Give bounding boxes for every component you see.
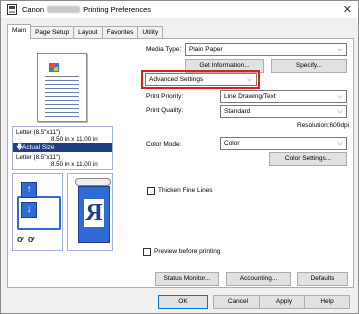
arrow-down-icon: ↓ bbox=[21, 202, 37, 218]
ink-status-icon: ơ ơ bbox=[17, 234, 36, 244]
color-settings-button[interactable]: Color Settings... bbox=[269, 152, 347, 166]
print-priority-value: Line Drawing/Text bbox=[224, 93, 276, 100]
thicken-fine-lines-label: Thicken Fine Lines bbox=[158, 187, 213, 194]
output-size-label: Letter (8.5"x11") bbox=[16, 154, 61, 161]
highlight-box bbox=[141, 70, 260, 89]
thicken-fine-lines-checkbox[interactable] bbox=[147, 187, 155, 195]
media-type-label: Media Type: bbox=[146, 46, 182, 53]
chevron-down-icon: ⌵ bbox=[337, 108, 342, 115]
window-title: Canon Printing Preferences bbox=[22, 5, 151, 14]
text-line bbox=[45, 84, 79, 85]
text-line bbox=[45, 112, 79, 113]
ok-button[interactable]: OK bbox=[158, 295, 208, 309]
print-priority-label: Print Priority: bbox=[146, 93, 184, 100]
title-prefix: Canon bbox=[22, 5, 45, 14]
specify-button[interactable]: Specify... bbox=[271, 59, 347, 73]
text-line bbox=[45, 88, 79, 89]
text-line bbox=[45, 100, 79, 101]
printer-app-icon bbox=[7, 4, 17, 15]
text-line bbox=[45, 92, 79, 93]
media-type-value: Plain Paper bbox=[189, 46, 223, 53]
media-type-select[interactable]: Plain Paper ⌵ bbox=[185, 43, 347, 56]
actual-size-label: Actual Size bbox=[22, 144, 55, 151]
photo-thumbnail-icon bbox=[49, 63, 59, 72]
text-line bbox=[45, 108, 79, 109]
text-line bbox=[45, 96, 79, 97]
defaults-button[interactable]: Defaults bbox=[297, 272, 348, 286]
page-preview bbox=[37, 53, 87, 122]
mirrored-r-letter: R bbox=[84, 199, 104, 227]
color-mode-label: Color Mode: bbox=[146, 141, 182, 148]
arrow-up-icon: ↑ bbox=[21, 182, 37, 198]
title-suffix: Printing Preferences bbox=[83, 5, 152, 14]
text-line bbox=[45, 104, 79, 105]
color-mode-value: Color bbox=[224, 140, 240, 147]
color-mode-select[interactable]: Color ⌵ bbox=[220, 137, 347, 150]
resolution-text: Resolution:600dpi bbox=[297, 122, 350, 129]
roll-paper-icon bbox=[75, 178, 111, 186]
source-size-dimensions: 8.50 in x 11.00 in bbox=[51, 136, 98, 143]
paper-feed-preview: ↑ ↓ ơ ơ bbox=[12, 173, 63, 251]
print-priority-select[interactable]: Line Drawing/Text ⌵ bbox=[220, 90, 347, 103]
apply-button[interactable]: Apply bbox=[259, 295, 309, 309]
preview-before-printing-label: Preview before printing bbox=[154, 248, 221, 255]
orientation-preview: R bbox=[67, 173, 113, 251]
source-size-label: Letter (8.5"x11") bbox=[16, 129, 61, 136]
title-bar: Canon Printing Preferences ✕ bbox=[1, 1, 358, 18]
cancel-button[interactable]: Cancel bbox=[213, 295, 263, 309]
close-icon[interactable]: ✕ bbox=[343, 3, 352, 16]
status-monitor-button[interactable]: Status Monitor... bbox=[155, 272, 219, 286]
redacted-model-name bbox=[47, 6, 81, 13]
print-quality-select[interactable]: Standard ⌵ bbox=[220, 105, 347, 118]
chevron-down-icon: ⌵ bbox=[337, 140, 342, 147]
text-line bbox=[45, 80, 79, 81]
paper-size-info: Letter (8.5"x11") 8.50 in x 11.00 in 🡇 A… bbox=[12, 126, 113, 170]
text-line bbox=[45, 76, 79, 77]
tab-main[interactable]: Main bbox=[7, 24, 32, 39]
accounting-button[interactable]: Accounting... bbox=[226, 272, 291, 286]
paper-sheet-icon: R bbox=[78, 186, 110, 243]
print-quality-value: Standard bbox=[224, 108, 251, 115]
print-quality-label: Print Quality: bbox=[146, 107, 184, 114]
output-size-dimensions: 8.50 in x 11.00 in bbox=[51, 161, 98, 168]
chevron-down-icon: ⌵ bbox=[337, 93, 342, 100]
help-button[interactable]: Help bbox=[304, 295, 350, 309]
tab-strip: Main Page Setup Layout Favorites Utility bbox=[7, 24, 164, 39]
actual-size-band: 🡇 Actual Size bbox=[13, 143, 112, 152]
preview-before-printing-checkbox[interactable] bbox=[143, 248, 151, 256]
printing-preferences-window: Canon Printing Preferences ✕ Main Page S… bbox=[0, 0, 359, 314]
text-line bbox=[45, 116, 79, 117]
chevron-down-icon: ⌵ bbox=[337, 46, 342, 53]
